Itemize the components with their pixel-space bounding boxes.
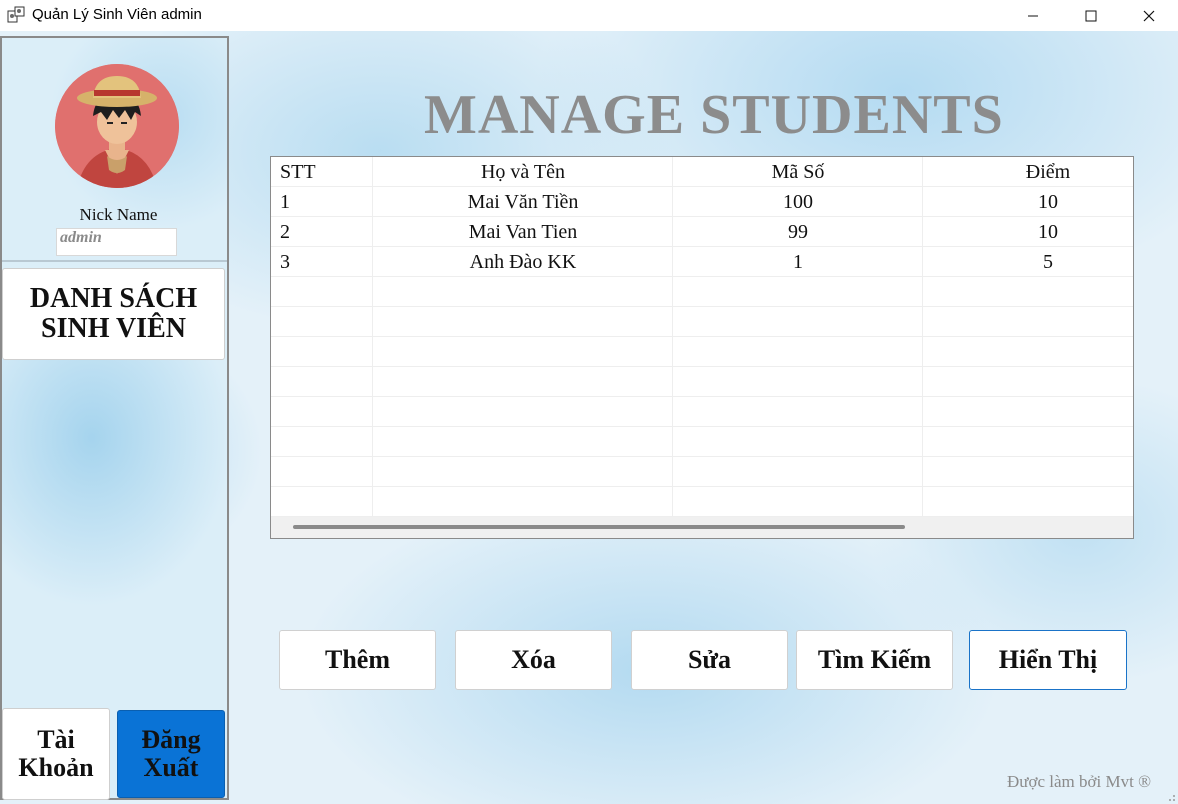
empty-row — [271, 337, 1133, 367]
sidebar: Nick Name admin DANH SÁCH SINH VIÊN Tài … — [0, 36, 229, 800]
students-table[interactable]: STT Họ và Tên Mã Số Điểm 1 Mai Văn Tiền … — [270, 156, 1134, 539]
empty-row — [271, 457, 1133, 487]
table-cell-name: Anh Đào KK — [469, 251, 577, 273]
footer-credit: Được làm bởi Mvt ® — [1007, 772, 1151, 791]
table-cell-id: 99 — [788, 221, 808, 243]
logout-button[interactable]: Đăng Xuất — [117, 710, 225, 798]
table-row[interactable]: 3 Anh Đào KK 1 5 — [271, 247, 1133, 277]
add-button-label: Thêm — [325, 645, 390, 674]
show-button-label: Hiển Thị — [998, 645, 1098, 674]
edit-button[interactable]: Sửa — [631, 630, 788, 690]
student-list-button[interactable]: DANH SÁCH SINH VIÊN — [2, 268, 225, 360]
table-header: STT Họ và Tên Mã Số Điểm — [271, 157, 1133, 187]
table-cell-name: Mai Van Tien — [468, 221, 578, 243]
minimize-icon[interactable] — [1004, 0, 1062, 31]
horizontal-scrollbar[interactable] — [271, 517, 1133, 538]
close-icon[interactable] — [1120, 0, 1178, 31]
account-button[interactable]: Tài Khoản — [2, 708, 110, 800]
table-cell-stt: 3 — [280, 251, 290, 273]
empty-row — [271, 427, 1133, 457]
nick-name-label: Nick Name — [79, 205, 158, 224]
table-cell-score: 10 — [1038, 191, 1058, 213]
page-title: MANAGE STUDENTS — [424, 84, 1004, 146]
search-button-label: Tìm Kiếm — [817, 645, 932, 674]
app-icon — [7, 6, 25, 23]
delete-button[interactable]: Xóa — [455, 630, 612, 690]
table-row[interactable]: 1 Mai Văn Tiền 100 10 — [271, 187, 1133, 217]
empty-row — [271, 487, 1133, 517]
table-cell-id: 100 — [783, 191, 813, 213]
profile-panel: Nick Name admin — [2, 38, 227, 262]
column-header-stt[interactable]: STT — [280, 157, 372, 187]
search-button[interactable]: Tìm Kiếm — [796, 630, 953, 690]
table-row[interactable]: 2 Mai Van Tien 99 10 — [271, 217, 1133, 247]
scrollbar-thumb[interactable] — [293, 525, 905, 529]
add-button[interactable]: Thêm — [279, 630, 436, 690]
account-button-label: Tài Khoản — [18, 724, 94, 782]
table-cell-score: 10 — [1038, 221, 1058, 243]
student-list-button-label: DANH SÁCH SINH VIÊN — [29, 282, 198, 344]
table-cell-stt: 2 — [280, 221, 290, 243]
show-button[interactable]: Hiển Thị — [969, 630, 1127, 690]
empty-row — [271, 277, 1133, 307]
empty-row — [271, 367, 1133, 397]
column-header-id[interactable]: Mã Số — [673, 157, 923, 187]
maximize-icon[interactable] — [1062, 0, 1120, 31]
delete-button-label: Xóa — [511, 645, 556, 674]
table-cell-stt: 1 — [280, 191, 290, 213]
empty-row — [271, 397, 1133, 427]
avatar — [55, 64, 179, 188]
column-header-score[interactable]: Điểm — [923, 157, 1133, 187]
edit-button-label: Sửa — [687, 645, 732, 674]
window-titlebar: Quản Lý Sinh Viên admin — [0, 0, 1178, 31]
nick-name-field[interactable]: admin — [56, 228, 177, 256]
table-cell-score: 5 — [1043, 251, 1053, 273]
table-cell-name: Mai Văn Tiền — [467, 191, 579, 213]
empty-row — [271, 307, 1133, 337]
table-cell-id: 1 — [793, 251, 803, 273]
window-title: Quản Lý Sinh Viên admin — [32, 6, 202, 23]
resize-grip-icon[interactable] — [1166, 792, 1176, 802]
logout-button-label: Đăng Xuất — [141, 724, 201, 782]
column-header-name[interactable]: Họ và Tên — [373, 157, 673, 187]
